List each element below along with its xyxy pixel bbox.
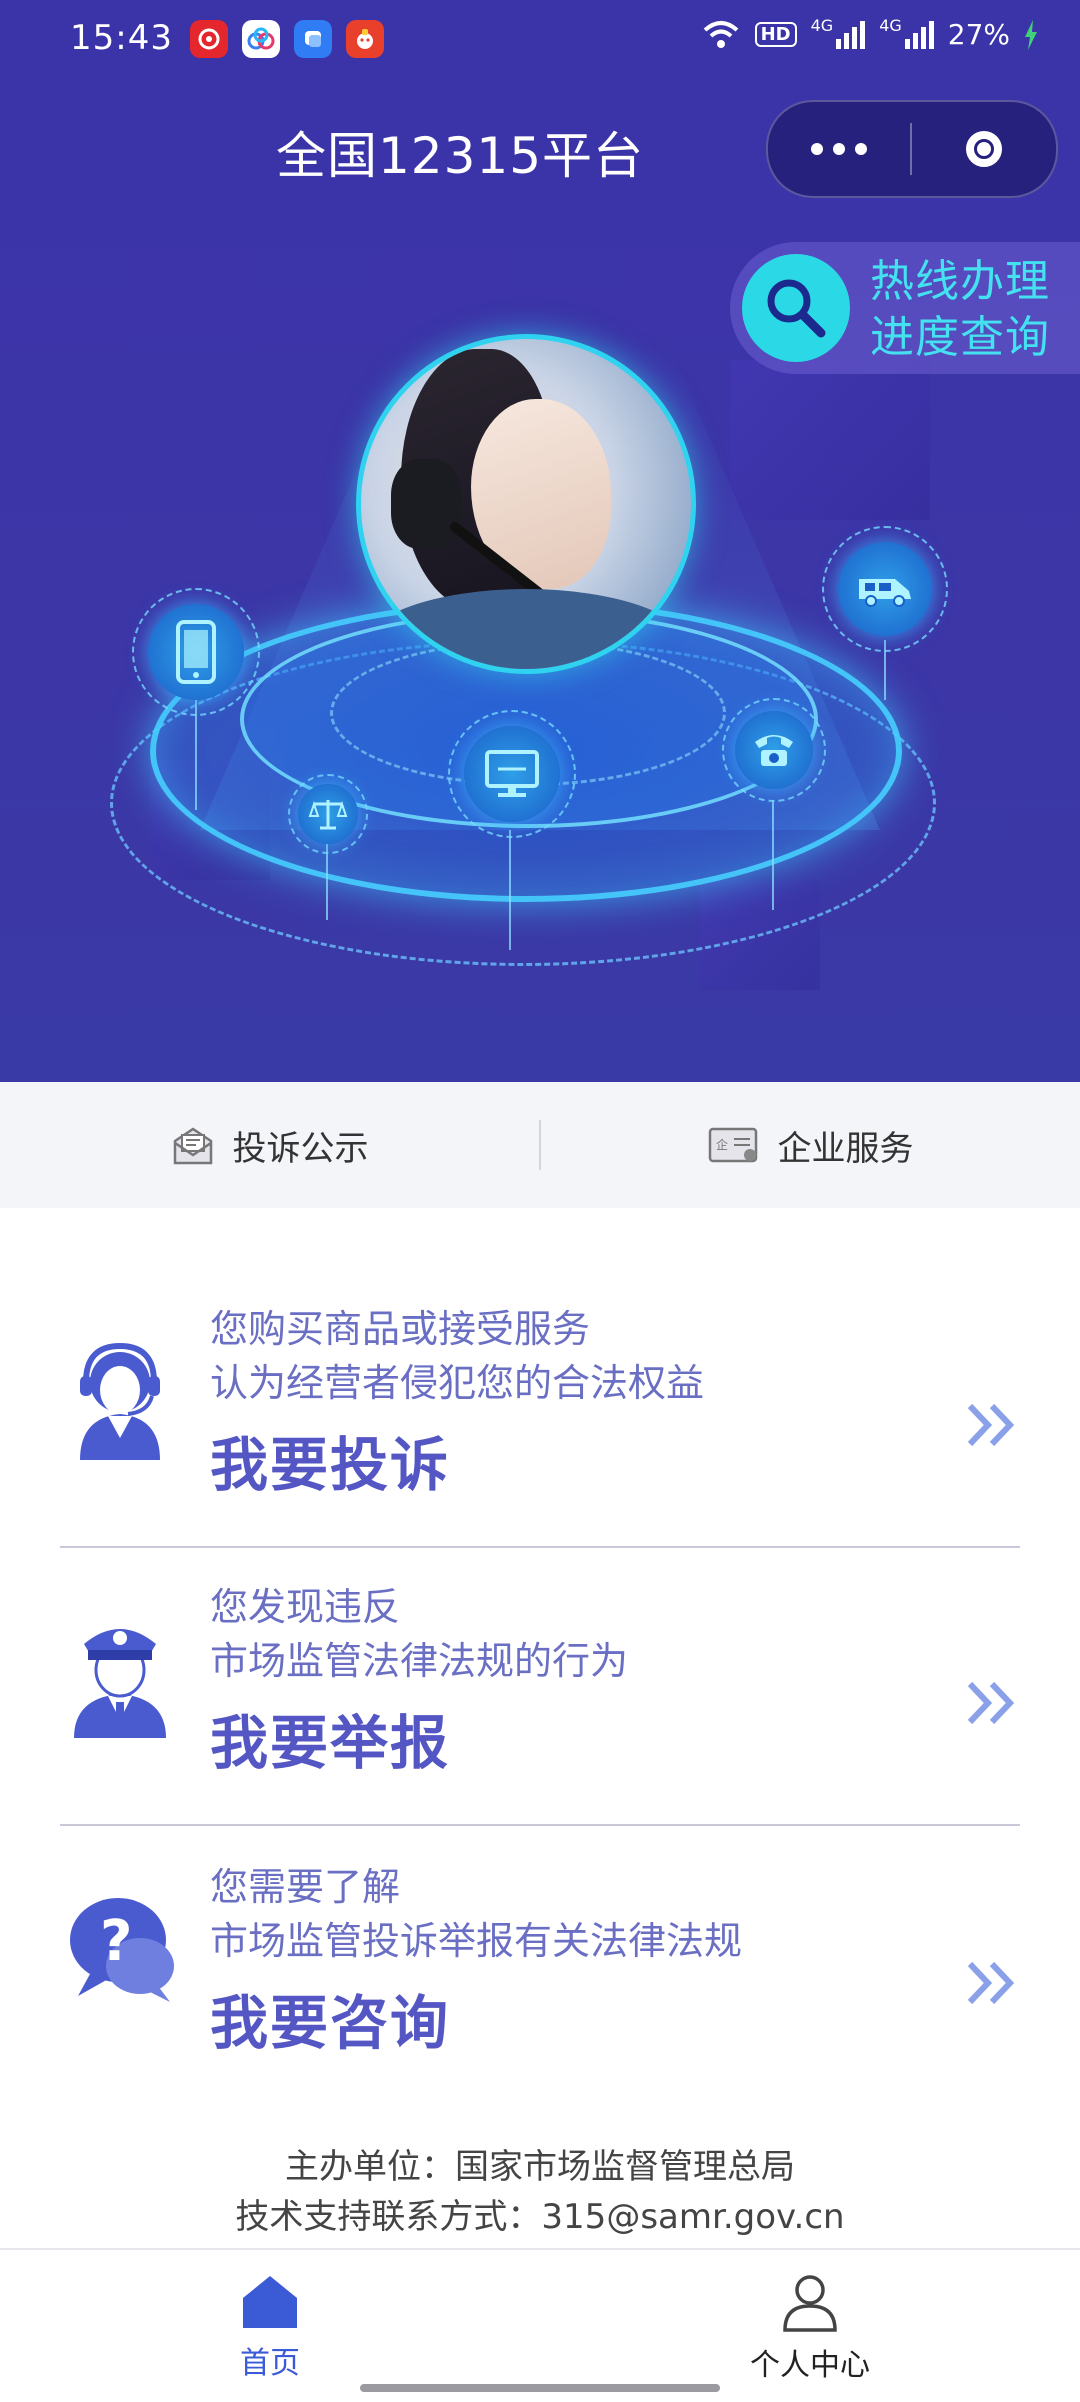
message-app-icon: [294, 20, 332, 58]
home-icon: [243, 2276, 297, 2328]
signal-1-icon: 4G: [811, 16, 866, 49]
hotline-label: 热线办理 进度查询: [870, 254, 1050, 366]
search-icon: [742, 254, 850, 362]
battery-percent: 27%: [947, 18, 1010, 51]
node-stem: [195, 700, 197, 810]
decor-cube: [730, 360, 930, 520]
van-icon: [822, 526, 948, 652]
complaint-desc-line1: 您购买商品或接受服务: [210, 1307, 591, 1351]
complaint-notice-link[interactable]: 投诉公示: [0, 1121, 539, 1170]
scales-icon: [288, 774, 368, 854]
svg-text:企: 企: [716, 1137, 728, 1152]
footer-info: 主办单位：国家市场监督管理总局 技术支持联系方式：315@samr.gov.cn: [0, 2142, 1080, 2242]
status-time: 15:43: [70, 18, 173, 58]
complaint-desc-line2: 认为经营者侵犯您的合法权益: [210, 1361, 705, 1405]
tab-personal-label: 个人中心: [750, 2348, 870, 2383]
customer-service-portrait: [356, 334, 696, 674]
consult-desc-line1: 您需要了解: [210, 1865, 401, 1909]
bottom-tab-bar: 首页 个人中心: [0, 2248, 1080, 2402]
status-bar: 15:43 HD 4G 4G 27%: [0, 0, 1080, 84]
hotline-label-line2: 进度查询: [870, 312, 1050, 363]
node-stem: [509, 830, 511, 950]
tab-home[interactable]: 首页: [0, 2250, 540, 2402]
report-desc-line1: 您发现违反: [210, 1585, 401, 1629]
consult-card[interactable]: ? 您需要了解 市场监管投诉举报有关法律法规 我要咨询: [60, 1860, 1020, 2100]
hotline-label-line1: 热线办理: [870, 256, 1050, 307]
hero-banner: 15:43 HD 4G 4G 27% 全国12315平台 热线办理 进度查询: [0, 0, 1080, 1082]
taobao-icon: [346, 20, 384, 58]
report-desc-line2: 市场监管法律法规的行为: [210, 1639, 629, 1683]
close-target-icon[interactable]: [912, 131, 1056, 167]
consult-description: 您需要了解 市场监管投诉举报有关法律法规: [210, 1860, 742, 1968]
status-right-group: HD 4G 4G 27%: [701, 16, 1038, 51]
consult-desc-line2: 市场监管投诉举报有关法律法规: [210, 1919, 743, 1963]
consult-title: 我要咨询: [210, 1989, 451, 2057]
report-title: 我要举报: [210, 1709, 451, 1777]
complaint-card[interactable]: 您购买商品或接受服务 认为经营者侵犯您的合法权益 我要投诉: [60, 1302, 1020, 1542]
enterprise-service-icon: 企: [708, 1127, 757, 1163]
more-dots-icon[interactable]: [768, 143, 910, 155]
double-chevron-right-icon: [964, 1402, 1020, 1452]
baidu-netdisk-icon: [242, 20, 280, 58]
officer-icon: [60, 1610, 180, 1740]
wifi-icon: [703, 20, 738, 48]
complaint-notice-icon: [173, 1127, 212, 1165]
double-chevron-right-icon: [964, 1960, 1020, 2010]
netease-music-icon: [190, 20, 228, 58]
hd-badge: HD: [754, 22, 797, 47]
footer-contact: 技术支持联系方式：315@samr.gov.cn: [235, 2197, 845, 2237]
customer-service-agent-icon: [60, 1332, 180, 1462]
report-card[interactable]: 您发现违反 市场监管法律法规的行为 我要举报: [60, 1580, 1020, 1820]
complaint-notice-label: 投诉公示: [232, 1128, 369, 1169]
miniprogram-capsule: [766, 100, 1058, 198]
report-description: 您发现违反 市场监管法律法规的行为: [210, 1580, 628, 1688]
portrait-body: [361, 589, 691, 669]
tab-home-label: 首页: [240, 2346, 300, 2381]
charging-icon: [1025, 19, 1037, 50]
complaint-description: 您购买商品或接受服务 认为经营者侵犯您的合法权益: [210, 1302, 704, 1410]
computer-icon: [448, 710, 576, 838]
person-icon: [783, 2275, 837, 2332]
complaint-title: 我要投诉: [210, 1431, 451, 1499]
quick-links-strip: 投诉公示 企 企业服务: [0, 1082, 1080, 1208]
card-separator: [60, 1546, 1020, 1548]
double-chevron-right-icon: [964, 1680, 1020, 1730]
svg-text:?: ?: [100, 1909, 132, 1974]
mobile-phone-icon: [132, 588, 260, 716]
tab-personal-center[interactable]: 个人中心: [540, 2250, 1080, 2402]
enterprise-service-label: 企业服务: [777, 1128, 914, 1169]
card-separator: [60, 1824, 1020, 1826]
telephone-icon: [722, 698, 826, 802]
footer-sponsor: 主办单位：国家市场监督管理总局: [285, 2147, 795, 2187]
home-indicator: [360, 2384, 720, 2392]
headset-icon: [391, 459, 461, 549]
enterprise-service-link[interactable]: 企 企业服务: [541, 1121, 1080, 1170]
status-app-icons: [190, 20, 384, 58]
question-bubble-icon: ?: [60, 1890, 180, 2020]
hotline-progress-button[interactable]: 热线办理 进度查询: [730, 242, 1080, 374]
signal-2-icon: 4G: [879, 16, 934, 49]
node-stem: [772, 800, 774, 910]
